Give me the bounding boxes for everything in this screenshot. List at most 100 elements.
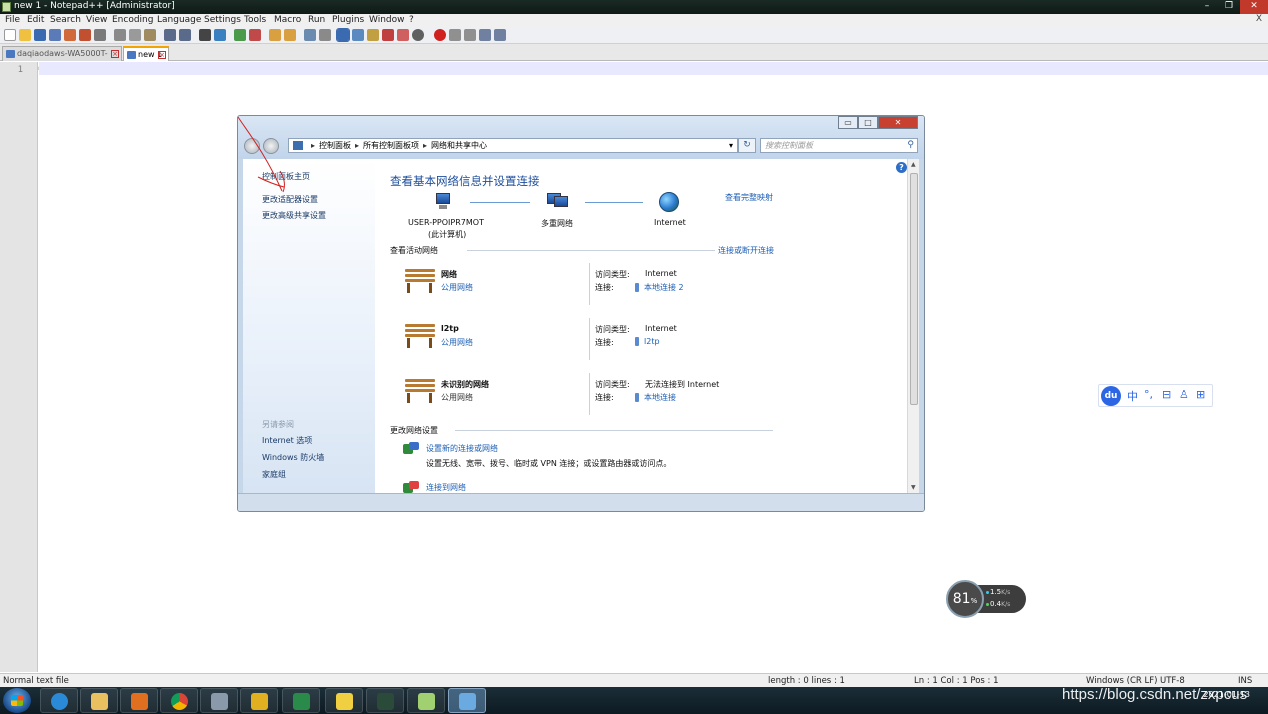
menu-view[interactable]: View [86, 15, 107, 25]
paste-icon[interactable] [144, 29, 156, 41]
folder-workspace-icon[interactable] [397, 29, 409, 41]
find-icon[interactable] [199, 29, 211, 41]
taskbar-excel[interactable] [282, 688, 320, 713]
save-all-icon[interactable] [49, 29, 61, 41]
function-list-icon[interactable] [382, 29, 394, 41]
replace-icon[interactable] [214, 29, 226, 41]
taskbar-app[interactable] [240, 688, 278, 713]
taskbar-notepadpp[interactable] [407, 688, 445, 713]
toolbox-icon[interactable]: ⊟ [1162, 388, 1171, 401]
menu-plugins[interactable]: Plugins [332, 15, 364, 25]
menu-tools[interactable]: Tools [244, 15, 266, 25]
monitoring-icon[interactable] [412, 29, 424, 41]
close-document-icon[interactable]: X [1256, 14, 1262, 24]
baidu-ime-logo[interactable]: du [1101, 386, 1121, 406]
redo-icon[interactable] [179, 29, 191, 41]
cp-sidebar: 控制面板主页 更改适配器设置 更改高级共享设置 另请参阅 Internet 选项… [243, 159, 375, 493]
menu-run[interactable]: Run [308, 15, 325, 25]
window-controls: – ❐ ✕ [1196, 0, 1268, 14]
close-all-icon[interactable] [79, 29, 91, 41]
status-encoding: UTF-8 [1160, 676, 1185, 686]
access-type-value: Internet [645, 324, 677, 333]
menu-edit[interactable]: Edit [27, 15, 44, 25]
print-icon[interactable] [94, 29, 106, 41]
open-file-icon[interactable] [19, 29, 31, 41]
grid-menu-icon[interactable]: ⊞ [1196, 388, 1205, 401]
excel-icon [293, 693, 310, 710]
address-bar: ▸ 控制面板 ▸ 所有控制面板项 ▸ 网络和共享中心 ▾ [288, 138, 738, 153]
cp-close-button: ✕ [878, 116, 918, 129]
connection-link: 本地连接 [635, 392, 676, 403]
ime-chinese-mode[interactable]: 中 [1127, 388, 1138, 404]
sync-h-icon[interactable] [284, 29, 296, 41]
taskbar-chrome[interactable] [160, 688, 198, 713]
notepad-titlebar: new 1 - Notepad++ [Administrator] – ❐ ✕ [0, 0, 1268, 14]
map-connector [470, 202, 530, 203]
control-panel-icon [293, 141, 303, 150]
public-network-bench-icon [403, 267, 437, 293]
network-speed-widget[interactable]: 81% 1.5K/s 0.4K/s [946, 580, 1026, 618]
tab-daqiaodaws[interactable]: daqiaodaws-WA5000T-02.sh × [2, 46, 122, 72]
menu-settings[interactable]: Settings [204, 15, 241, 25]
memory-usage-gauge: 81% [946, 580, 984, 618]
menu-search[interactable]: Search [50, 15, 81, 25]
terminal-icon [377, 693, 394, 710]
show-all-chars-icon[interactable] [319, 29, 331, 41]
scroll-thumb [910, 173, 918, 405]
tab-new-1[interactable]: new 1 × [123, 46, 169, 61]
menu-window[interactable]: Window [369, 15, 405, 25]
menu-help[interactable]: ? [409, 15, 414, 25]
usage-percent: 81 [952, 591, 971, 607]
menu-macro[interactable]: Macro [274, 15, 301, 25]
save-macro-icon[interactable] [494, 29, 506, 41]
ethernet-icon [635, 393, 639, 402]
taskbar-media-player[interactable] [120, 688, 158, 713]
usage-unit: % [970, 597, 978, 605]
access-type-label: 访问类型: [595, 380, 630, 389]
zoom-out-icon[interactable] [249, 29, 261, 41]
remote-desktop-icon [211, 693, 228, 710]
undo-icon[interactable] [164, 29, 176, 41]
tab-close-icon[interactable]: × [111, 50, 119, 58]
network-name: 未识别的网络 [441, 380, 489, 389]
menu-file[interactable]: File [5, 15, 20, 25]
minimize-button[interactable]: – [1196, 0, 1218, 14]
ime-punctuation[interactable]: °, [1144, 388, 1153, 401]
public-network-bench-icon [403, 322, 437, 348]
stop-macro-icon[interactable] [449, 29, 461, 41]
start-button[interactable] [3, 688, 31, 713]
sync-v-icon[interactable] [269, 29, 281, 41]
taskbar-ie[interactable] [40, 688, 78, 713]
menu-language[interactable]: Language [157, 15, 201, 25]
taskbar-help[interactable] [325, 688, 363, 713]
tab-close-icon[interactable]: × [158, 51, 166, 59]
close-button[interactable]: ✕ [1240, 0, 1268, 14]
media-player-icon [131, 693, 148, 710]
scroll-up-icon: ▲ [911, 161, 916, 168]
taskbar-network-center[interactable] [448, 688, 486, 713]
save-icon[interactable] [34, 29, 46, 41]
copy-icon[interactable] [129, 29, 141, 41]
taskbar-terminal[interactable] [366, 688, 404, 713]
play-macro-icon[interactable] [464, 29, 476, 41]
menu-encoding[interactable]: Encoding [112, 15, 153, 25]
windows-logo-icon [11, 695, 23, 706]
doc-map-icon[interactable] [367, 29, 379, 41]
maximize-button[interactable]: ❐ [1218, 0, 1240, 14]
run-macro-multiple-icon[interactable] [479, 29, 491, 41]
cp-maximize-button: □ [858, 116, 878, 129]
new-file-icon[interactable] [4, 29, 16, 41]
column-divider [589, 373, 590, 415]
cut-icon[interactable] [114, 29, 126, 41]
close-file-icon[interactable] [64, 29, 76, 41]
upload-indicator-icon [986, 591, 989, 594]
taskbar-explorer[interactable] [80, 688, 118, 713]
lang-icon[interactable] [352, 29, 364, 41]
record-macro-icon[interactable] [434, 29, 446, 41]
indent-guide-icon[interactable] [336, 28, 350, 42]
zoom-in-icon[interactable] [234, 29, 246, 41]
wrap-icon[interactable] [304, 29, 316, 41]
taskbar-remote-desktop[interactable] [200, 688, 238, 713]
user-icon[interactable]: ♙ [1179, 388, 1189, 401]
status-bar: Normal text file length : 0 lines : 1 Ln… [0, 673, 1268, 687]
